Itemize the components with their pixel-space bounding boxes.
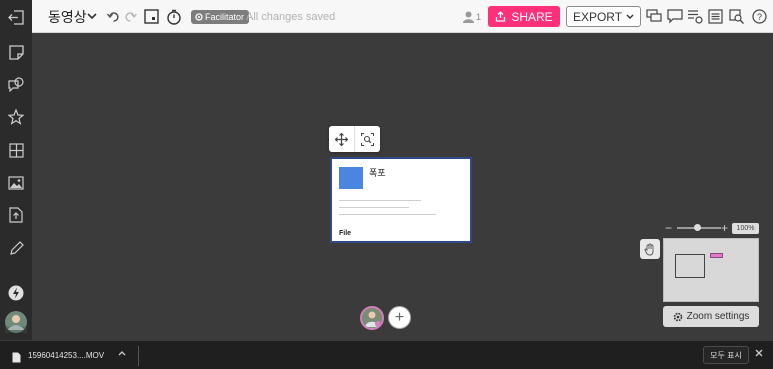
avatar[interactable] — [5, 311, 27, 333]
left-sidebar — [0, 0, 32, 340]
share-icon — [496, 11, 506, 22]
list-icon[interactable] — [706, 0, 724, 33]
file-card[interactable]: 폭포 File — [330, 157, 472, 243]
zoom-to-icon[interactable] — [354, 126, 379, 152]
zoom-settings-label: Zoom settings — [686, 311, 750, 322]
file-text-line — [339, 200, 421, 201]
undo-icon[interactable] — [106, 0, 120, 33]
facilitator-badge[interactable]: Facilitator — [191, 0, 250, 33]
card-icon[interactable] — [143, 0, 159, 33]
file-thumbnail — [339, 167, 363, 189]
exit-icon[interactable] — [6, 7, 26, 27]
file-text-line — [339, 207, 409, 208]
zoom-level[interactable]: 100% — [732, 223, 759, 234]
participant-avatar[interactable] — [360, 306, 384, 330]
comment-icon[interactable] — [666, 0, 684, 33]
facilitator-label: Facilitator — [205, 11, 245, 22]
zoom-in-button[interactable]: + — [721, 221, 728, 235]
shapes-icon[interactable] — [6, 74, 26, 94]
share-label: SHARE — [511, 9, 553, 24]
svg-text:?: ? — [756, 12, 761, 22]
redo-icon[interactable] — [123, 0, 137, 33]
move-icon[interactable] — [329, 126, 354, 152]
file-name: 폭포 — [369, 168, 386, 178]
online-users-count: 1 — [476, 11, 482, 22]
save-status: All changes saved — [246, 10, 336, 23]
timer-icon[interactable] — [165, 0, 183, 33]
chevron-up-icon[interactable] — [118, 348, 126, 359]
star-icon[interactable] — [6, 107, 26, 127]
zoom-settings-button[interactable]: Zoom settings — [663, 306, 759, 327]
card-toolbar — [329, 126, 380, 152]
file-icon — [12, 350, 21, 368]
minimap-object — [710, 253, 723, 258]
export-button[interactable]: EXPORT — [566, 6, 641, 27]
gear-icon — [195, 12, 203, 21]
activity-icon[interactable] — [686, 0, 704, 33]
gear-icon — [673, 312, 682, 321]
board-title[interactable]: 동영상 — [48, 0, 87, 33]
image-icon[interactable] — [6, 173, 26, 193]
chevron-down-icon — [626, 14, 634, 19]
share-button[interactable]: SHARE — [488, 6, 560, 27]
zoom-out-button[interactable]: − — [665, 221, 672, 235]
file-type-label: File — [339, 230, 352, 237]
file-text-line — [339, 214, 436, 215]
upload-icon[interactable] — [6, 205, 26, 225]
grid-icon[interactable] — [6, 140, 26, 160]
top-bar: 동영상 Facilitator All changes saved 1 SHAR… — [0, 0, 773, 33]
export-label: EXPORT — [572, 9, 623, 24]
close-icon[interactable] — [755, 348, 763, 360]
hand-icon[interactable] — [640, 239, 660, 259]
divider — [138, 346, 139, 366]
online-users[interactable]: 1 — [463, 0, 481, 33]
minimap[interactable] — [663, 238, 759, 302]
show-all-downloads-button[interactable]: 모두 표시 — [703, 346, 749, 364]
add-participant-button[interactable]: + — [388, 306, 411, 329]
chevron-down-icon[interactable] — [86, 0, 98, 33]
download-file-name[interactable]: 15960414253....MOV — [28, 351, 104, 360]
help-icon[interactable]: ? — [750, 0, 768, 33]
lightning-icon[interactable] — [6, 283, 26, 303]
download-bar: 15960414253....MOV 모두 표시 — [0, 340, 773, 369]
pencil-icon[interactable] — [6, 238, 26, 258]
user-icon — [463, 11, 474, 23]
zoom-slider-handle[interactable] — [694, 224, 701, 231]
search-icon[interactable] — [728, 0, 746, 33]
minimap-viewport[interactable] — [675, 254, 705, 278]
sticky-note-icon[interactable] — [6, 42, 26, 62]
chat-icon[interactable] — [645, 0, 663, 33]
